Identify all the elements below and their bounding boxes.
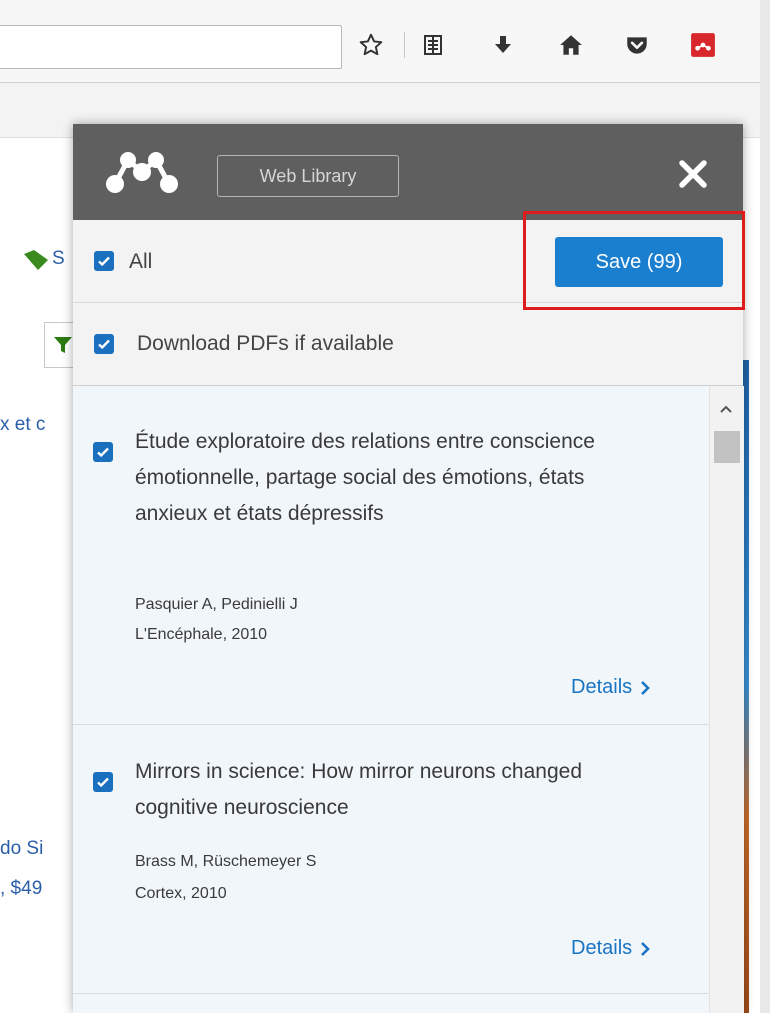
panel-header: Web Library (73, 124, 743, 220)
download-icon[interactable] (488, 30, 518, 60)
toolbar-separator (404, 32, 405, 58)
item-authors: Pasquier A, Pedinielli J (135, 596, 298, 613)
page-fragment: , $49 (0, 878, 43, 899)
select-all-label: All (129, 250, 153, 273)
home-icon[interactable] (556, 30, 586, 60)
details-link[interactable]: Details (571, 676, 650, 699)
reader-view-icon[interactable] (418, 30, 448, 60)
details-label: Details (571, 937, 633, 959)
checkmark-icon (98, 256, 110, 267)
pocket-icon[interactable] (622, 30, 652, 60)
download-pdfs-checkbox[interactable] (94, 334, 114, 354)
web-library-button[interactable]: Web Library (217, 155, 399, 197)
item-authors: Brass M, Rüschemeyer S (135, 853, 317, 870)
item-checkbox[interactable] (93, 772, 113, 792)
item-source: L'Encéphale, 2010 (135, 626, 268, 643)
tag-icon (22, 248, 50, 277)
download-pdfs-row: Download PDFs if available (73, 303, 743, 386)
scrollbar[interactable] (709, 386, 744, 1013)
reference-list: Étude exploratoire des relations entre c… (73, 386, 709, 1013)
checkmark-icon (97, 447, 109, 458)
details-link[interactable]: Details (571, 937, 650, 960)
chevron-right-icon (641, 680, 650, 695)
mendeley-logo-icon (101, 146, 183, 203)
mendeley-extension-icon[interactable] (688, 30, 718, 60)
item-title[interactable]: Mirrors in science: How mirror neurons c… (135, 754, 635, 826)
url-bar[interactable] (0, 25, 342, 69)
browser-toolbar (0, 0, 770, 83)
list-item: Étude exploratoire des relations entre c… (73, 386, 709, 725)
select-all-checkbox[interactable] (94, 251, 114, 271)
save-button-highlight (523, 211, 745, 310)
star-icon[interactable] (356, 30, 386, 60)
filter-icon (54, 337, 72, 353)
page-fragment: x et c (0, 414, 46, 435)
close-icon[interactable] (673, 154, 713, 194)
item-title[interactable]: Étude exploratoire des relations entre c… (135, 424, 635, 532)
item-source: Cortex, 2010 (135, 885, 227, 902)
scrollbar-thumb[interactable] (714, 431, 740, 463)
list-item: Mirrors in science: How mirror neurons c… (73, 725, 709, 994)
page-fragment: do Si (0, 838, 44, 859)
window-edge (760, 0, 770, 1013)
checkmark-icon (97, 777, 109, 788)
chevron-right-icon (641, 941, 650, 956)
details-label: Details (571, 676, 633, 698)
checkmark-icon (98, 339, 110, 350)
item-checkbox[interactable] (93, 442, 113, 462)
list-item (73, 994, 709, 1013)
page-fragment: S (52, 248, 65, 269)
scroll-up-arrow-icon[interactable] (718, 402, 734, 420)
download-pdfs-label: Download PDFs if available (137, 332, 394, 355)
